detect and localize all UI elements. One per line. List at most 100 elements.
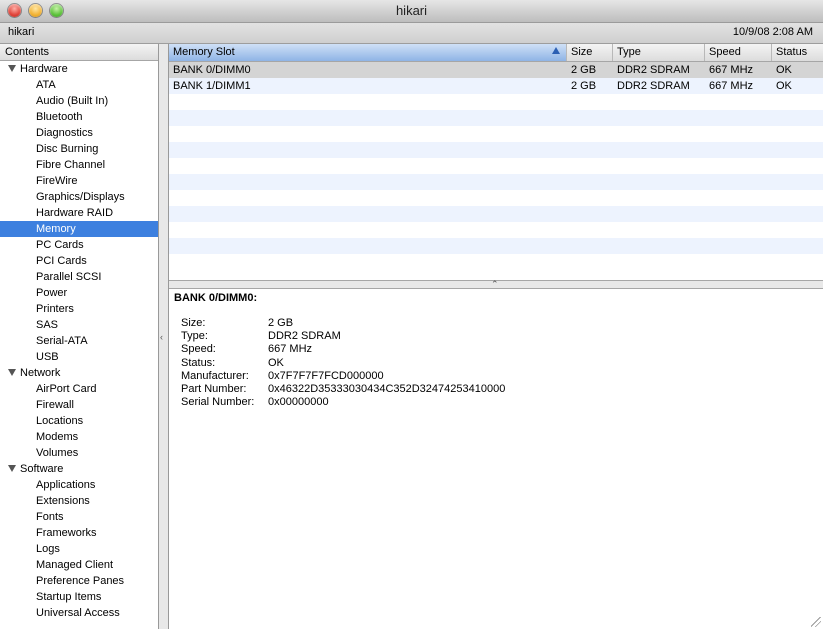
sidebar-item[interactable]: Volumes	[0, 445, 158, 461]
sidebar-item[interactable]: Bluetooth	[0, 109, 158, 125]
sidebar-item-label: Locations	[36, 415, 84, 427]
sidebar-item[interactable]: Audio (Built In)	[0, 93, 158, 109]
sidebar-item-label: SAS	[36, 319, 59, 331]
table-cell	[169, 206, 567, 222]
table-cell: 667 MHz	[709, 80, 754, 92]
sidebar-item[interactable]: Diagnostics	[0, 125, 158, 141]
sidebar-group[interactable]: Software	[0, 461, 158, 477]
sidebar-item-label: Diagnostics	[36, 127, 93, 139]
sidebar-item[interactable]: Fibre Channel	[0, 157, 158, 173]
table-cell	[772, 110, 823, 126]
sidebar-item[interactable]: Universal Access	[0, 605, 158, 621]
disclosure-triangle-icon[interactable]	[8, 368, 16, 376]
computer-name: hikari	[8, 26, 35, 38]
sidebar-item-label: FireWire	[36, 175, 78, 187]
splitter-grip-icon: ‹	[160, 332, 163, 342]
vertical-splitter[interactable]: ‹	[159, 44, 169, 629]
table-cell	[772, 94, 823, 110]
sidebar-item[interactable]: Managed Client	[0, 557, 158, 573]
table-row[interactable]: BANK 0/DIMM0 2 GB DDR2 SDRAM 667 MHz OK	[169, 62, 823, 78]
table-cell	[169, 222, 567, 238]
table-cell	[613, 206, 705, 222]
sidebar-item[interactable]: Hardware RAID	[0, 205, 158, 221]
disclosure-triangle-icon[interactable]	[8, 464, 16, 472]
table-row[interactable]: BANK 1/DIMM1 2 GB DDR2 SDRAM 667 MHz OK	[169, 78, 823, 94]
memory-slot-table: Memory Slot Size Type Speed Status BANK …	[169, 44, 823, 280]
sidebar-item[interactable]: Disc Burning	[0, 141, 158, 157]
detail-title: BANK 0/DIMM0:	[174, 292, 258, 304]
sidebar-item[interactable]: USB	[0, 349, 158, 365]
sidebar-item[interactable]: PC Cards	[0, 237, 158, 253]
table-cell	[772, 238, 823, 254]
table-cell	[567, 110, 613, 126]
table-cell	[613, 190, 705, 206]
sidebar-list: Hardware ATA Audio (Built In) Bluetooth Diag…	[0, 61, 158, 621]
sidebar-item[interactable]: Power	[0, 285, 158, 301]
table-cell	[613, 238, 705, 254]
contents-sidebar: Contents Hardware ATA Audio (Built In) Blue…	[0, 44, 159, 629]
sidebar-item[interactable]: Extensions	[0, 493, 158, 509]
table-cell	[169, 142, 567, 158]
sidebar-item[interactable]: Locations	[0, 413, 158, 429]
table-cell	[705, 238, 772, 254]
sidebar-header[interactable]: Contents	[0, 44, 158, 61]
sidebar-item[interactable]: Startup Items	[0, 589, 158, 605]
column-header-speed[interactable]: Speed	[705, 44, 772, 61]
table-cell	[567, 254, 613, 270]
sidebar-item[interactable]: FireWire	[0, 173, 158, 189]
sidebar-item-label: PC Cards	[36, 239, 84, 251]
sidebar-item[interactable]: Firewall	[0, 397, 158, 413]
column-header-type[interactable]: Type	[613, 44, 705, 61]
table-cell: 667 MHz	[709, 64, 754, 76]
table-cell	[705, 126, 772, 142]
table-cell	[613, 126, 705, 142]
sidebar-item[interactable]: ATA	[0, 77, 158, 93]
table-cell	[772, 206, 823, 222]
table-cell	[772, 174, 823, 190]
table-cell	[705, 222, 772, 238]
horizontal-splitter[interactable]: ⌃	[169, 279, 823, 289]
sidebar-item[interactable]: Applications	[0, 477, 158, 493]
sidebar-item[interactable]: Logs	[0, 541, 158, 557]
table-header: Memory Slot Size Type Speed Status	[169, 44, 823, 62]
empty-row	[169, 238, 823, 254]
sidebar-item[interactable]: Preference Panes	[0, 573, 158, 589]
sidebar-group[interactable]: Hardware	[0, 61, 158, 77]
table-cell	[705, 94, 772, 110]
sidebar-item[interactable]: Printers	[0, 301, 158, 317]
sidebar-group[interactable]: Network	[0, 365, 158, 381]
sidebar-item[interactable]: Memory	[0, 221, 158, 237]
table-cell	[567, 206, 613, 222]
sidebar-item-label: Startup Items	[36, 591, 102, 603]
sidebar-item[interactable]: AirPort Card	[0, 381, 158, 397]
sidebar-item[interactable]: Serial-ATA	[0, 333, 158, 349]
table-cell	[613, 110, 705, 126]
column-header-status[interactable]: Status	[772, 44, 823, 61]
sidebar-item-label: Audio (Built In)	[36, 95, 109, 107]
sidebar-item[interactable]: SAS	[0, 317, 158, 333]
sidebar-item-label: Bluetooth	[36, 111, 83, 123]
sidebar-item[interactable]: Modems	[0, 429, 158, 445]
sidebar-item-label: AirPort Card	[36, 383, 97, 395]
report-datetime: 10/9/08 2:08 AM	[732, 26, 813, 38]
sidebar-item[interactable]: PCI Cards	[0, 253, 158, 269]
detail-field-label: Status:	[181, 356, 216, 369]
detail-field: Speed: 667 MHz	[181, 343, 505, 356]
column-header-size[interactable]: Size	[567, 44, 613, 61]
sidebar-item-label: Frameworks	[36, 527, 97, 539]
detail-field-value: DDR2 SDRAM	[268, 330, 341, 343]
detail-field-label: Speed:	[181, 343, 216, 356]
column-header-memory-slot[interactable]: Memory Slot	[169, 44, 567, 61]
detail-field-value: 0x00000000	[268, 396, 329, 409]
sidebar-item[interactable]: Fonts	[0, 509, 158, 525]
sidebar-item[interactable]: Frameworks	[0, 525, 158, 541]
sidebar-item[interactable]: Parallel SCSI	[0, 269, 158, 285]
window-title: hikari	[395, 3, 428, 18]
disclosure-triangle-icon[interactable]	[8, 64, 16, 72]
sort-ascending-icon	[552, 47, 560, 54]
info-bar: hikari 10/9/08 2:08 AM	[0, 23, 823, 44]
table-cell	[705, 206, 772, 222]
sidebar-item[interactable]: Graphics/Displays	[0, 189, 158, 205]
resize-grip-icon[interactable]	[811, 617, 821, 627]
sidebar-item-label: USB	[36, 351, 59, 363]
